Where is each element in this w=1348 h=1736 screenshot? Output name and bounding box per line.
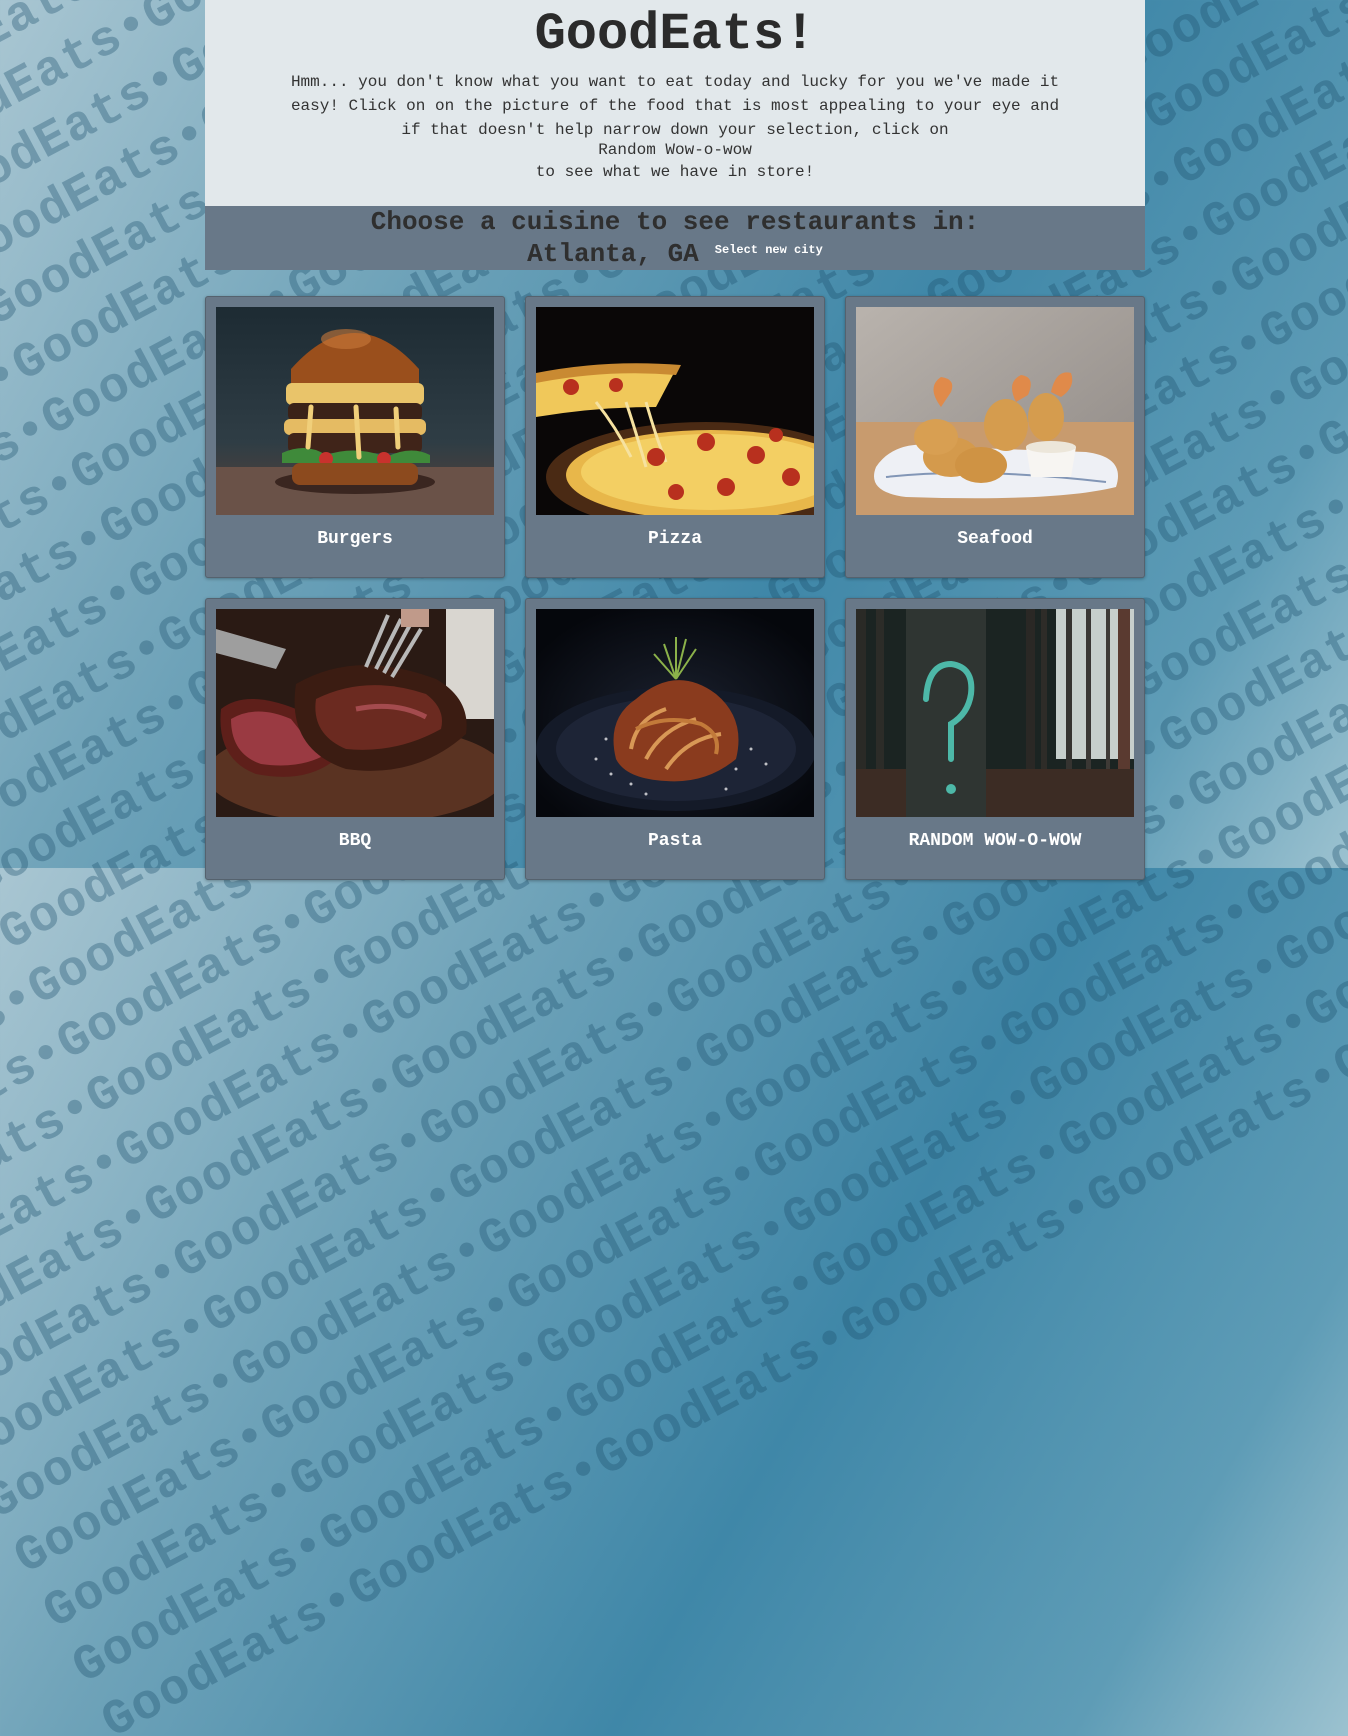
select-city-button[interactable]: Select new city [715,243,823,257]
random-wow-text: Random Wow-o-wow [598,141,752,159]
bbq-photo[interactable] [216,609,494,817]
cuisine-banner: Choose a cuisine to see restaurants in: … [205,206,1145,270]
banner-heading: Choose a cuisine to see restaurants in: [370,207,980,237]
burger-photo[interactable] [216,307,494,515]
cuisine-card-pasta[interactable]: Pasta [525,598,825,880]
seafood-photo[interactable] [856,307,1134,515]
outro-text: to see what we have in store! [535,163,815,181]
cuisine-card-bbq[interactable]: BBQ [205,598,505,880]
cuisine-card-pizza[interactable]: Pizza [525,296,825,578]
cuisine-label-pizza: Pizza [647,529,702,549]
pasta-photo[interactable] [536,609,814,817]
site-title: GoodEats! [534,5,816,64]
cuisine-card-seafood[interactable]: Seafood [845,296,1145,578]
hero-section: GoodEats! Hmm... you don't know what you… [205,0,1145,206]
question-mark-tree-photo[interactable] [856,609,1134,817]
cuisine-label-seafood: Seafood [957,529,1033,549]
city-line: Atlanta, GA Select new city [205,238,1145,270]
cuisine-label-random: RANDOM WOW-O-WOW [908,831,1082,851]
intro-text: Hmm... you don't know what you want to e… [290,73,1060,139]
cuisine-label-pasta: Pasta [647,831,702,851]
cuisine-card-burgers[interactable]: Burgers [205,296,505,578]
cuisine-label-burgers: Burgers [317,529,393,549]
main-container: GoodEats! Hmm... you don't know what you… [205,0,1145,880]
current-city: Atlanta, GA [527,239,699,269]
cuisine-label-bbq: BBQ [338,831,372,851]
cuisine-card-random[interactable]: RANDOM WOW-O-WOW [845,598,1145,880]
pizza-photo[interactable] [536,307,814,515]
